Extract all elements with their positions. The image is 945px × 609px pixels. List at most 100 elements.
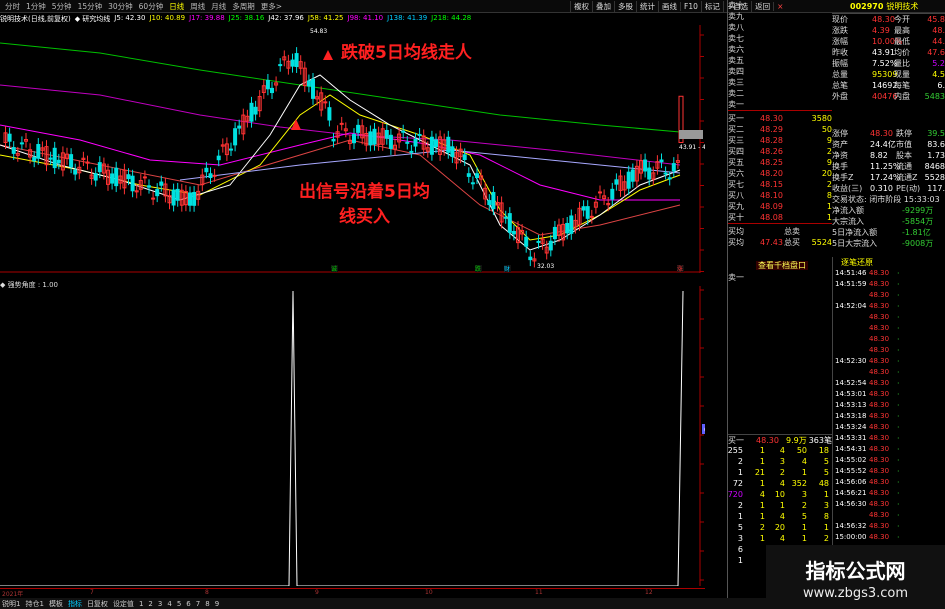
period-tab[interactable]: 60分钟 <box>136 1 167 12</box>
bottom-tab[interactable]: 设定值 <box>113 599 134 609</box>
tool-button[interactable]: 画线 <box>658 1 680 12</box>
quote-label: 每笔 <box>894 81 910 90</box>
bottom-tab[interactable]: 9 <box>215 600 219 608</box>
x-axis-label: 12 <box>645 589 653 596</box>
ticks-title: 逐笔还原 <box>841 258 873 267</box>
period-tab[interactable]: 多周期 <box>229 1 258 12</box>
quote-value: 5483 <box>924 92 945 101</box>
bottom-tab[interactable]: 模板 <box>49 599 63 609</box>
bottom-tab[interactable]: 3 <box>158 600 162 608</box>
tick-row: 48.30 · <box>833 345 945 356</box>
queue-cell: 2 <box>759 523 765 532</box>
period-tab[interactable]: 日线 <box>166 1 187 12</box>
buy-volume: 20 <box>821 169 832 178</box>
bottom-tab[interactable]: 1 <box>139 600 143 608</box>
tool-button[interactable]: F10 <box>680 2 701 11</box>
tool-button[interactable]: 统计 <box>636 1 658 12</box>
candle <box>110 173 115 184</box>
bottom-tab[interactable]: 7 <box>196 600 200 608</box>
queue-cell: 2 <box>737 457 743 466</box>
period-tab[interactable]: 分时 <box>2 1 23 12</box>
tick-dot: · <box>897 346 900 355</box>
candle <box>19 142 24 145</box>
tick-price: 48.30 <box>869 324 890 332</box>
tick-time: 14:52:54 <box>835 379 867 387</box>
queue-cell: 1 <box>759 479 765 488</box>
candle <box>175 188 180 201</box>
flow-row: 5日大宗流入 -9008万 <box>832 238 945 249</box>
candle <box>151 197 156 200</box>
period-tab[interactable]: 更多> <box>258 1 285 12</box>
quote-value: 4.39 <box>872 26 890 35</box>
bottom-tab[interactable]: 指标 <box>68 599 82 609</box>
flow-label: 净流入额 <box>832 206 864 215</box>
candle <box>294 53 299 68</box>
strength-angle-chart[interactable]: 1.000.900.800.700.600.500.400.300.200.10… <box>0 286 705 586</box>
current-value: 0.51 <box>704 426 705 434</box>
tick-price: 48.30 <box>869 434 890 442</box>
candle <box>204 167 209 173</box>
queue-cell: 20 <box>774 523 785 532</box>
quote-label: 总量 <box>832 70 848 79</box>
side-label: 日线 <box>704 262 705 270</box>
sell-level-row: 卖八 <box>728 22 832 33</box>
candle <box>171 189 176 206</box>
candle <box>429 136 434 155</box>
tick-time: 14:52:30 <box>835 357 867 365</box>
tick-row: 14:53:24 48.30 · <box>833 422 945 433</box>
bottom-tab[interactable]: 锐明1 <box>2 599 20 609</box>
bottom-tab[interactable]: 持仓1 <box>25 599 43 609</box>
tool-button[interactable]: 标记 <box>700 1 723 12</box>
candle <box>339 122 344 125</box>
candle <box>446 136 451 153</box>
period-tab[interactable]: 月线 <box>208 1 229 12</box>
bottom-tab[interactable]: 6 <box>186 600 190 608</box>
candle <box>667 177 672 180</box>
tick-dot: · <box>897 291 900 300</box>
tool-button[interactable]: 複权 <box>570 1 592 12</box>
tick-dot: · <box>897 467 900 476</box>
stat-value: 24.4亿 <box>870 140 896 149</box>
ma-value: J25: 38.16 <box>228 14 265 22</box>
queue-cell: 4 <box>779 479 785 488</box>
period-tab[interactable]: 15分钟 <box>75 1 106 12</box>
view-orderbook-button[interactable]: 查看千档盘口 <box>756 261 808 270</box>
event-marker: 涨 <box>677 265 683 273</box>
period-tab[interactable]: 周线 <box>187 1 208 12</box>
queue-cell: 1 <box>823 490 829 499</box>
candle <box>462 154 467 160</box>
queue-cell: 1 <box>759 457 765 466</box>
watermark-url: www.zbgs3.com <box>802 586 909 601</box>
candle <box>97 162 102 173</box>
candle <box>610 188 615 200</box>
stat-value: 1.73 <box>927 151 945 160</box>
stat-label: 净资 <box>832 151 848 160</box>
quote-row: 现价 48.30 今开 45.8 <box>832 14 945 25</box>
event-marker: 财 <box>504 265 510 273</box>
tick-price: 48.30 <box>869 313 890 321</box>
bottom-tab[interactable]: 4 <box>167 600 171 608</box>
candlestick-chart[interactable]: 54.0052.0050.0048.0046.0044.0042.0040.00… <box>0 25 705 273</box>
stat-label: PE(动) <box>896 184 921 193</box>
candle <box>528 256 533 261</box>
quote-row: 总量 95309 现量 4.5 <box>832 69 945 80</box>
indicator-name[interactable]: ◆ 研究均线 <box>75 14 111 24</box>
period-tab[interactable]: 5分钟 <box>49 1 75 12</box>
candle <box>487 200 492 206</box>
stat-label: 流通 <box>896 162 912 171</box>
tool-button[interactable]: 叠加 <box>592 1 614 12</box>
candle <box>216 155 221 161</box>
quote-label: 内盘 <box>894 92 910 101</box>
tick-dot: · <box>897 302 900 311</box>
buy-level-label: 买七 <box>728 180 744 189</box>
candle <box>565 222 570 234</box>
candle <box>569 215 574 234</box>
period-tab[interactable]: 1分钟 <box>23 1 49 12</box>
bottom-tab[interactable]: 日复权 <box>87 599 108 609</box>
bottom-tab[interactable]: 8 <box>205 600 209 608</box>
tool-button[interactable]: 多股 <box>614 1 636 12</box>
bottom-tab[interactable]: 5 <box>177 600 181 608</box>
queue-cell: 5 <box>823 468 829 477</box>
bottom-tab[interactable]: 2 <box>148 600 152 608</box>
period-tab[interactable]: 30分钟 <box>105 1 136 12</box>
